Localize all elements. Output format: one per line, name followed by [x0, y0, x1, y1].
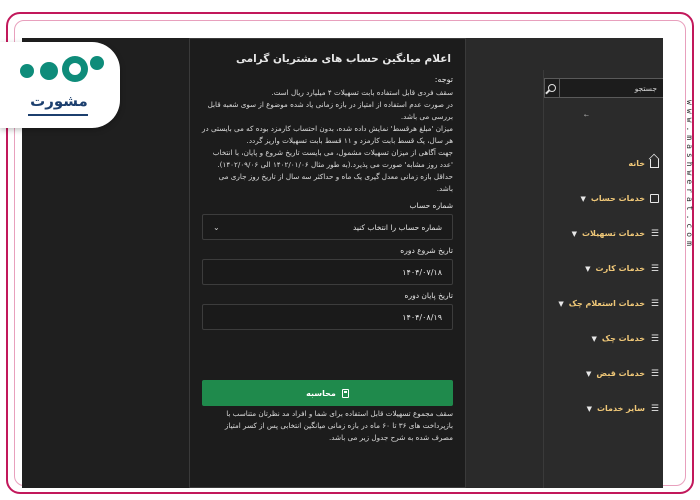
account-select-value: شماره حساب را انتخاب کنید — [352, 222, 442, 232]
sidebar-item-label: خدمات قبض — [596, 369, 645, 378]
start-date-value: ۱۴۰۴/۰۷/۱۸ — [402, 267, 442, 277]
sidebar-item-other-services[interactable]: ☰ سایر خدمات ▼ — [543, 391, 663, 426]
note-line: میزان 'مبلغ هرقسط' نمایش داده شده، بدون … — [202, 124, 453, 145]
chevron-down-icon: ▼ — [586, 404, 592, 413]
folder-icon — [650, 194, 659, 203]
sidebar-item-cheque-services[interactable]: ☰ خدمات چک ▼ — [543, 321, 663, 356]
sidebar-item-label: سایر خدمات — [596, 404, 645, 413]
chevron-down-icon: ▼ — [591, 334, 597, 343]
note-line: حداقل بازه زمانی معدل گیری یک ماه و حداک… — [218, 172, 453, 193]
chevron-down-icon: ▼ — [580, 194, 586, 203]
sidebar-item-label: خدمات حساب — [590, 194, 645, 203]
footnote: سقف مجموع تسهیلات قابل استفاده برای شما … — [224, 409, 453, 442]
search-icon — [548, 84, 556, 92]
chevron-down-icon: ▼ — [571, 229, 578, 238]
sidebar-item-label: خدمات استعلام چک — [568, 299, 645, 308]
sidebar-item-home[interactable]: خانه — [543, 146, 663, 181]
logo-dot — [40, 62, 58, 80]
sidebar-menu: خانه خدمات حساب ▼ ☰ خدمات تسهیلات ▼ ☰ خد… — [543, 146, 663, 426]
end-date-input[interactable]: ۱۴۰۴/۰۸/۱۹ — [202, 304, 453, 330]
page-title: اعلام میانگین حساب های مشتریان گرامی — [235, 53, 451, 65]
chevron-down-icon: ▼ — [585, 264, 591, 273]
calculate-button-label: محاسبه — [306, 388, 336, 398]
calculate-button[interactable]: محاسبه — [202, 380, 453, 406]
note-line: سقف فردی قابل استفاده بابت تسهیلات ۴ میل… — [271, 88, 453, 97]
sidebar-item-cheque-inquiry[interactable]: ☰ خدمات استعلام چک ▼ — [543, 286, 663, 321]
sidebar-item-loan-services[interactable]: ☰ خدمات تسهیلات ▼ — [543, 216, 663, 251]
note-line: در صورت عدم استفاده از امتیاز در بازه زم… — [207, 100, 453, 121]
calculator-icon — [341, 388, 349, 398]
chevron-down-icon: ▼ — [586, 369, 592, 378]
logo-text: مشورت — [30, 92, 88, 110]
collapse-arrow-icon[interactable]: ← — [584, 112, 589, 119]
logo-ring — [62, 56, 88, 82]
sidebar-item-card-services[interactable]: ☰ خدمات کارت ▼ — [543, 251, 663, 286]
list-check-icon: ☰ — [650, 369, 659, 379]
search-box — [544, 78, 663, 98]
logo-underline — [28, 114, 88, 116]
chevron-down-icon: ⌄ — [213, 222, 220, 232]
start-date-label: تاریخ شروع دوره — [400, 246, 453, 255]
account-select[interactable]: شماره حساب را انتخاب کنید ⌄ — [202, 214, 453, 240]
account-label: شماره حساب — [409, 201, 453, 210]
list-check-icon: ☰ — [650, 404, 659, 414]
chevron-down-icon: ▼ — [558, 299, 564, 308]
sidebar-item-label: خانه — [628, 159, 645, 168]
sidebar-item-label: خدمات کارت — [595, 264, 645, 273]
site-logo: مشورت — [0, 42, 120, 128]
logo-dot — [90, 56, 104, 70]
note-line: جهت آگاهی از میزان تسهیلات مشمول، می بای… — [212, 148, 453, 169]
list-check-icon: ☰ — [650, 264, 659, 274]
logo-dot — [20, 64, 34, 78]
home-icon — [650, 159, 659, 168]
sidebar-item-label: خدمات تسهیلات — [582, 229, 645, 238]
list-check-icon: ☰ — [650, 299, 659, 309]
search-button[interactable] — [545, 79, 560, 97]
notes-block: سقف فردی قابل استفاده بابت تسهیلات ۴ میل… — [202, 87, 453, 195]
list-check-icon: ☰ — [650, 229, 659, 239]
list-check-icon: ☰ — [650, 334, 659, 344]
watermark-text: www.mashwerat.com — [685, 100, 694, 250]
sidebar-item-bill-services[interactable]: ☰ خدمات قبض ▼ — [543, 356, 663, 391]
end-date-label: تاریخ پایان دوره — [404, 291, 453, 300]
note-label: توجه: — [434, 75, 453, 84]
search-input[interactable] — [560, 79, 663, 97]
average-balance-panel: اعلام میانگین حساب های مشتریان گرامی توج… — [189, 38, 466, 488]
sidebar-item-label: خدمات چک — [601, 334, 645, 343]
start-date-input[interactable]: ۱۴۰۴/۰۷/۱۸ — [202, 259, 453, 285]
sidebar: ← خانه خدمات حساب ▼ ☰ خدمات تسهیلات ▼ ☰ … — [543, 70, 663, 488]
end-date-value: ۱۴۰۴/۰۸/۱۹ — [402, 312, 442, 322]
sidebar-item-account-services[interactable]: خدمات حساب ▼ — [543, 181, 663, 216]
